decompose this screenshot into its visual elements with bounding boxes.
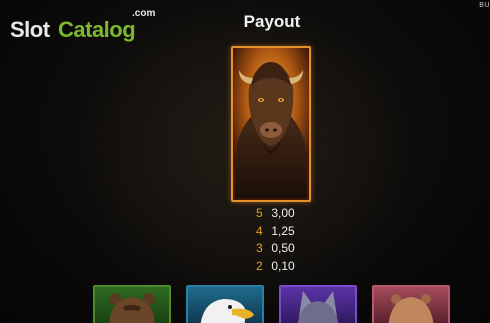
paytable-screen: Slot Catalog .com BU Payout 5 3,00 4 1,2… [0,0,490,323]
match-count: 3 [256,241,263,255]
corner-label: BU [479,2,490,9]
cougar-symbol-card[interactable] [372,285,450,323]
pay-row: 2 0,10 [256,258,316,276]
payout-value: 1,25 [271,223,295,238]
bear-symbol-card[interactable] [93,285,171,323]
payout-value: 0,10 [271,258,295,273]
logo-text-slot: Slot [10,17,50,42]
pay-row: 3 0,50 [256,240,316,258]
logo-text-com: .com [132,8,156,19]
payout-value: 3,00 [271,206,295,220]
cougar-icon [388,294,434,323]
bison-symbol-card [231,46,311,202]
payout-value: 0,50 [271,241,295,255]
paytable: 5 3,00 4 1,25 3 0,50 2 0,10 [256,205,316,275]
match-count: 4 [256,223,263,238]
wolf-icon [297,291,339,323]
wolf-symbol-card[interactable] [279,285,357,323]
eagle-icon [200,299,254,323]
page-title: Payout [243,12,301,31]
match-count: 2 [256,258,263,273]
eagle-symbol-card[interactable] [186,285,264,323]
logo-text-catalog: Catalog [58,17,136,42]
slotcatalog-logo: Slot Catalog .com [10,8,170,42]
match-count: 5 [256,206,263,220]
pay-row: 5 3,00 [256,205,316,223]
bison-icon [233,48,309,200]
bear-icon [109,293,155,323]
pay-row: 4 1,25 [256,223,316,241]
